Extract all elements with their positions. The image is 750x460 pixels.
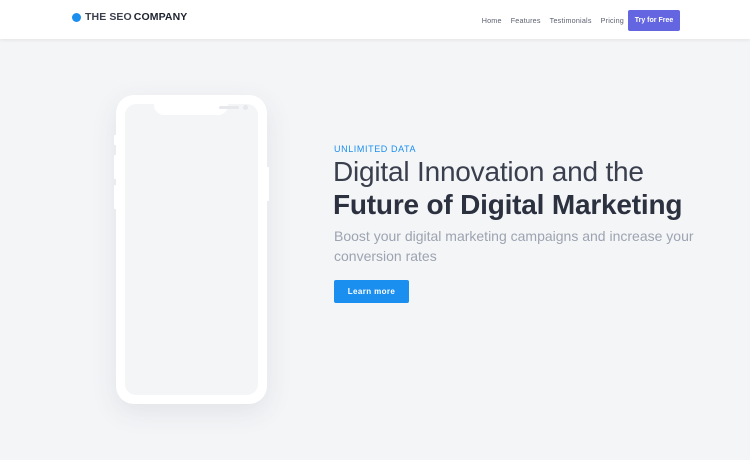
logo-text-light: THE SEO <box>85 11 132 23</box>
hero-title: Digital Innovation and the Future of Dig… <box>333 155 713 221</box>
logo[interactable]: THE SEO COMPANY <box>72 11 187 23</box>
hero-title-light: Digital Innovation and the <box>333 156 644 187</box>
learn-more-button[interactable]: Learn more <box>334 280 409 303</box>
logo-circle-icon <box>72 12 81 22</box>
phone-volume-up-button <box>114 155 117 179</box>
phone-volume-down-button <box>114 185 117 209</box>
nav-home-link[interactable]: Home <box>482 16 502 25</box>
phone-side-button <box>114 135 117 145</box>
hero-title-bold: Future of Digital Marketing <box>333 189 683 220</box>
phone-screen <box>125 104 258 395</box>
logo-text-bold: COMPANY <box>133 11 188 23</box>
phone-notch <box>154 95 248 115</box>
phone-speaker-icon <box>219 106 239 109</box>
nav-features-link[interactable]: Features <box>511 16 541 25</box>
phone-camera-icon <box>243 105 248 110</box>
try-for-free-button[interactable]: Try for Free <box>628 10 680 31</box>
hero-eyebrow: UNLIMITED DATA <box>334 144 417 154</box>
phone-power-button <box>266 167 269 201</box>
nav-testimonials-link[interactable]: Testimonials <box>550 16 592 25</box>
hero-subtitle: Boost your digital marketing campaigns a… <box>334 228 694 264</box>
phone-mockup <box>114 95 269 404</box>
main-nav: Home Features Testimonials Pricing <box>482 16 624 25</box>
nav-pricing-link[interactable]: Pricing <box>601 16 624 25</box>
top-navbar: THE SEO COMPANY Home Features Testimonia… <box>0 0 750 39</box>
